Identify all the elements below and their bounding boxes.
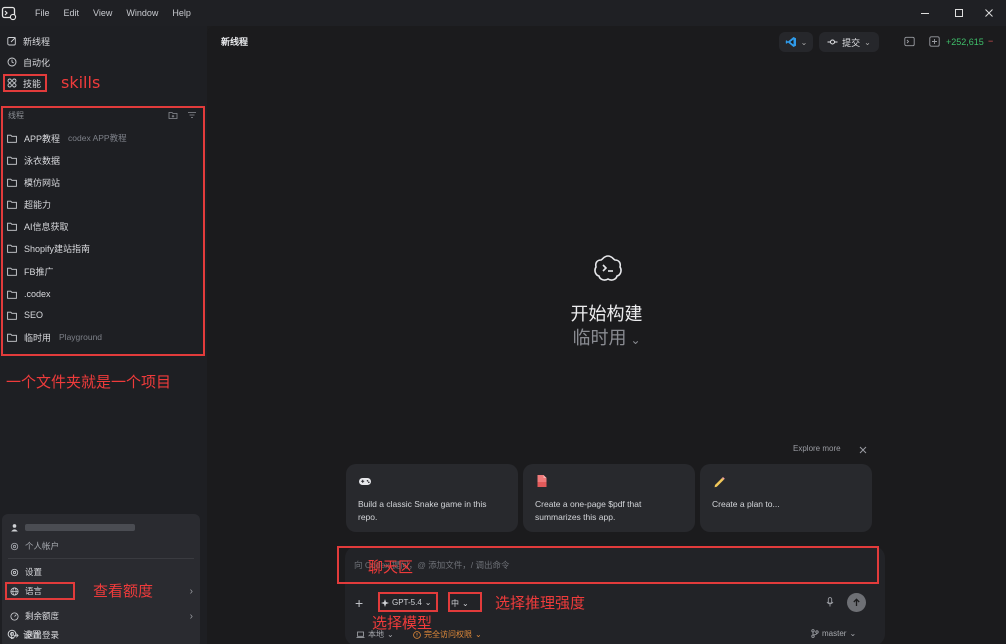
sidebar-new-thread[interactable]: 新线程 (7, 32, 50, 50)
commit-button[interactable]: 提交 ⌄ (819, 32, 879, 52)
title-bar: File Edit View Window Help (0, 0, 1006, 26)
arrow-up-icon (853, 598, 860, 606)
chevron-down-icon: ⌄ (630, 333, 641, 347)
annotation-skills: skills (61, 73, 101, 92)
project-selector[interactable]: 临时用 ⌄ (207, 324, 1006, 350)
app-icon (1, 6, 17, 21)
diff-added-count: +252,615 (946, 37, 984, 47)
close-button[interactable] (972, 0, 1006, 26)
branch-label: master (822, 629, 847, 638)
account-email-row (10, 519, 193, 535)
pdf-icon (537, 475, 547, 487)
popup-remaining-quota-label: 剩余额度 (25, 611, 60, 621)
annotation-view-quota: 查看额度 (93, 582, 154, 600)
annotation-box-chat (337, 546, 879, 584)
microphone-icon[interactable] (826, 597, 834, 607)
close-icon (985, 9, 993, 17)
popup-settings-label: 设置 (25, 567, 43, 577)
annotation-select-reasoning: 选择推理强度 (495, 594, 586, 612)
sidebar-automation[interactable]: 自动化 (7, 53, 50, 71)
gear-icon (7, 629, 17, 639)
menu-file[interactable]: File (35, 8, 50, 18)
gauge-icon (10, 611, 19, 621)
user-icon (11, 523, 18, 532)
clock-icon (7, 57, 17, 67)
gamepad-icon (359, 478, 371, 485)
sidebar-settings-label: 设置 (23, 629, 42, 640)
diff-icon[interactable] (929, 36, 940, 47)
popup-settings[interactable]: 设置 (10, 564, 193, 580)
plus-icon: + (355, 595, 364, 611)
suggestion-card-plan[interactable]: Create a plan to... (700, 464, 872, 532)
personal-account-label: 个人帐户 (25, 541, 60, 551)
annotation-box-threads (1, 106, 205, 356)
suggestion-text: Build a classic Snake game in this repo. (358, 499, 487, 522)
suggestion-text: Create a plan to... (712, 499, 780, 509)
chevron-down-icon: ⌄ (800, 37, 808, 47)
personal-account-row[interactable]: 个人帐户 (10, 538, 193, 554)
chevron-right-icon: › (189, 610, 193, 622)
minimize-icon (921, 13, 929, 14)
sidebar-settings[interactable]: 设置 (7, 625, 41, 643)
sidebar-new-thread-label: 新线程 (23, 36, 51, 47)
page-title: 新线程 (221, 37, 249, 47)
menu-help[interactable]: Help (172, 8, 191, 18)
attach-button[interactable]: + (355, 595, 363, 611)
gear-icon (10, 542, 19, 550)
pencil-icon (714, 477, 725, 488)
annotation-box-skills (3, 74, 47, 92)
vscode-icon (785, 37, 796, 47)
terminal-icon[interactable] (904, 36, 915, 47)
minimize-button[interactable] (908, 0, 942, 26)
gear-icon (10, 568, 19, 576)
menu-edit[interactable]: Edit (64, 8, 80, 18)
suggestion-card-snake[interactable]: Build a classic Snake game in this repo. (346, 464, 518, 532)
close-icon[interactable] (859, 446, 867, 454)
explore-more-link[interactable]: Explore more (793, 444, 841, 453)
popup-divider (8, 558, 194, 559)
codex-logo-icon (594, 255, 622, 281)
annotation-box-model (378, 592, 438, 612)
open-in-vscode-button[interactable]: ⌄ (779, 32, 813, 52)
suggestion-text: Create a one-page $pdf that summarizes t… (535, 499, 642, 522)
branch-icon (811, 629, 819, 638)
commit-icon (827, 39, 838, 45)
hero-title: 开始构建 (570, 304, 643, 325)
laptop-icon (356, 631, 365, 638)
suggestion-card-pdf[interactable]: Create a one-page $pdf that summarizes t… (523, 464, 695, 532)
maximize-button[interactable] (942, 0, 976, 26)
chevron-down-icon: ⌄ (475, 630, 482, 639)
annotation-box-reasoning (448, 592, 482, 612)
account-email-redacted (25, 523, 135, 531)
annotation-folder-project: 一个文件夹就是一个项目 (6, 373, 172, 391)
edit-icon (7, 37, 16, 46)
diff-removed-count: − (988, 36, 994, 46)
maximize-icon (955, 9, 963, 17)
project-name: 临时用 (572, 328, 627, 349)
commit-label: 提交 (842, 37, 861, 48)
annotation-select-model: 选择模型 (372, 614, 433, 632)
annotation-chat-area: 聊天区 (368, 558, 414, 576)
chevron-down-icon: ⌄ (849, 629, 857, 638)
chevron-down-icon: ⌄ (864, 37, 871, 47)
send-button[interactable] (847, 593, 866, 612)
sidebar-automation-label: 自动化 (23, 57, 51, 68)
annotation-box-quota (5, 582, 75, 600)
branch-selector[interactable]: master ⌄ (811, 629, 856, 638)
menu-window[interactable]: Window (126, 8, 158, 18)
chevron-right-icon: › (189, 585, 193, 597)
menu-view[interactable]: View (93, 8, 112, 18)
popup-remaining-quota[interactable]: 剩余额度 › (10, 608, 193, 624)
